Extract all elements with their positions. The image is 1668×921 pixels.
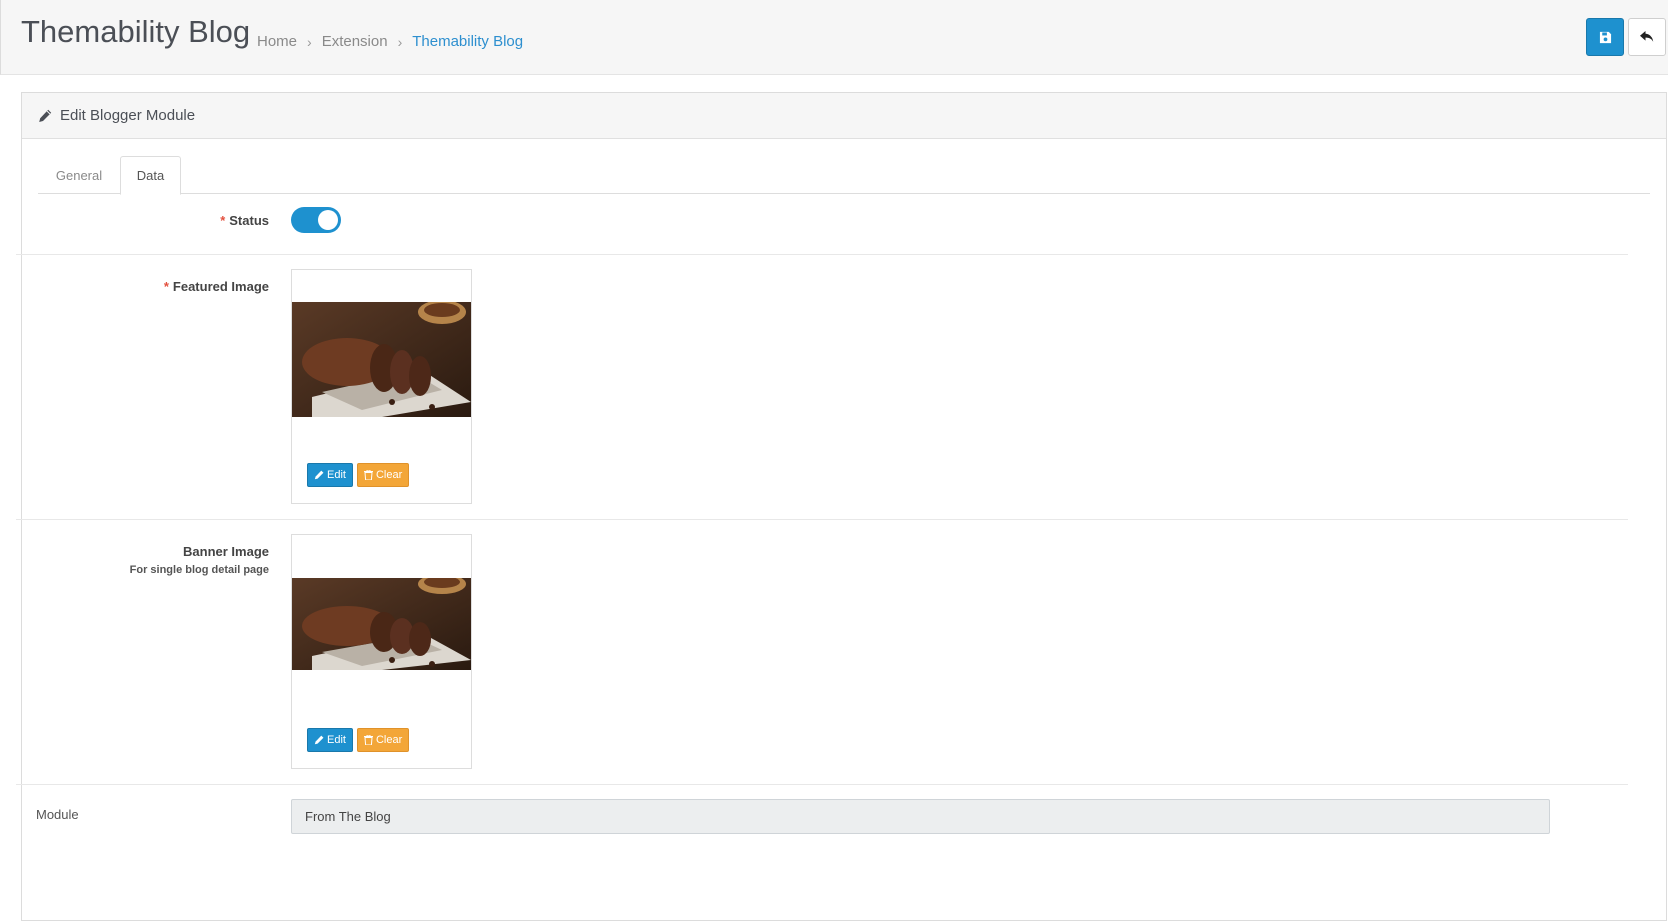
status-toggle[interactable]: [291, 207, 341, 233]
page-title: Themability Blog: [21, 14, 251, 49]
featured-image-clear-button[interactable]: Clear: [356, 463, 410, 487]
status-row: * Status: [16, 180, 1628, 255]
back-button[interactable]: [1628, 18, 1666, 56]
trash-icon: [363, 735, 373, 745]
featured-image-row: * Featured Image: [16, 255, 1628, 520]
trash-icon: [363, 470, 373, 480]
chevron-right-icon: ›: [307, 33, 312, 50]
panel-title: Edit Blogger Module: [60, 107, 196, 124]
pencil-icon: [39, 109, 52, 122]
reply-arrow-icon: [1640, 31, 1654, 42]
featured-image-thumbnail[interactable]: Edit Clear: [291, 269, 472, 504]
chevron-right-icon: ›: [397, 33, 403, 50]
banner-image-help: For single blog detail page: [129, 564, 269, 576]
banner-image-picture: [292, 578, 471, 670]
breadcrumb: Home › Extension › Themability Blog: [257, 33, 523, 50]
toggle-knob: [318, 210, 338, 230]
breadcrumb-home[interactable]: Home: [257, 33, 297, 50]
panel-heading: Edit Blogger Module: [22, 93, 1666, 139]
banner-image-label: Banner Image For single blog detail page: [129, 544, 269, 576]
status-label: * Status: [220, 213, 269, 228]
banner-image-thumbnail[interactable]: Edit Clear: [291, 534, 472, 769]
breadcrumb-current[interactable]: Themability Blog: [412, 33, 523, 50]
banner-image-row: Banner Image For single blog detail page: [16, 520, 1628, 785]
breadcrumb-extension[interactable]: Extension: [322, 33, 388, 50]
floppy-disk-icon: [1599, 31, 1611, 43]
banner-image-clear-button[interactable]: Clear: [356, 728, 410, 752]
banner-image-edit-button[interactable]: Edit: [307, 728, 353, 752]
pencil-icon: [314, 735, 324, 745]
featured-image-edit-button[interactable]: Edit: [307, 463, 353, 487]
pencil-icon: [314, 470, 324, 480]
page-header: Themability Blog Home › Extension › Them…: [0, 0, 1668, 75]
save-button[interactable]: [1586, 18, 1624, 56]
required-asterisk: *: [163, 279, 169, 294]
featured-image-picture: [292, 302, 471, 417]
featured-image-actions: Edit Clear: [307, 463, 410, 487]
module-input[interactable]: From The Blog: [291, 799, 1550, 834]
banner-image-actions: Edit Clear: [307, 728, 410, 752]
required-asterisk: *: [220, 213, 226, 228]
module-label: Module: [36, 807, 79, 822]
featured-image-label: * Featured Image: [163, 279, 269, 294]
